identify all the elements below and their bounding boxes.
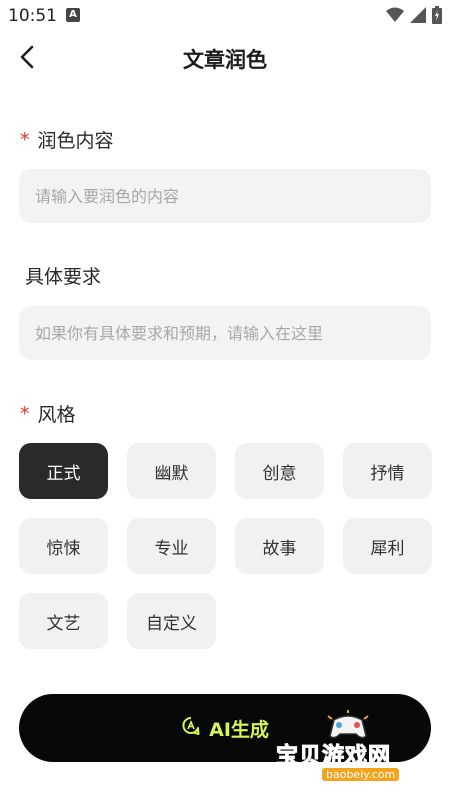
status-time: 10:51 [8,6,57,26]
status-icons [386,6,442,28]
required-mark: * [20,402,30,425]
status-bar: 10:51 A [0,0,450,32]
content-input[interactable] [35,186,415,206]
signal-icon [410,7,426,27]
style-chip-literary[interactable]: 文艺 [19,593,108,649]
required-mark: * [20,128,30,151]
style-chip-humor[interactable]: 幽默 [127,443,216,499]
requirements-label: 具体要求 [25,262,101,289]
style-chip-custom[interactable]: 自定义 [127,593,216,649]
watermark-url: baobeiy.com [322,768,400,781]
style-label-text: 风格 [37,404,76,426]
watermark: 宝贝游戏网 baobeiy.com [270,708,445,788]
content-label-text: 润色内容 [37,130,114,152]
style-chip-story[interactable]: 故事 [235,518,324,574]
style-chip-sharp[interactable]: 犀利 [343,518,432,574]
style-label: * 风格 [20,400,76,427]
style-chip-lyrical[interactable]: 抒情 [343,443,432,499]
wifi-icon [386,7,404,27]
ai-icon [181,716,201,740]
requirements-label-text: 具体要求 [25,266,102,288]
ai-generate-label: AI生成 [209,718,269,741]
style-chip-thriller[interactable]: 惊悚 [19,518,108,574]
style-chip-professional[interactable]: 专业 [127,518,216,574]
style-chip-formal[interactable]: 正式 [19,443,108,499]
style-options: 正式 幽默 创意 抒情 惊悚 专业 故事 犀利 文艺 自定义 [19,443,432,649]
notification-icon: A [66,8,80,22]
battery-icon [432,6,442,28]
style-chip-creative[interactable]: 创意 [235,443,324,499]
requirements-field[interactable] [19,306,431,360]
watermark-text: 宝贝游戏网 [275,744,392,770]
content-field[interactable] [19,169,431,223]
requirements-input[interactable] [35,323,415,343]
page-title: 文章润色 [183,48,267,72]
content-label: * 润色内容 [20,126,114,153]
